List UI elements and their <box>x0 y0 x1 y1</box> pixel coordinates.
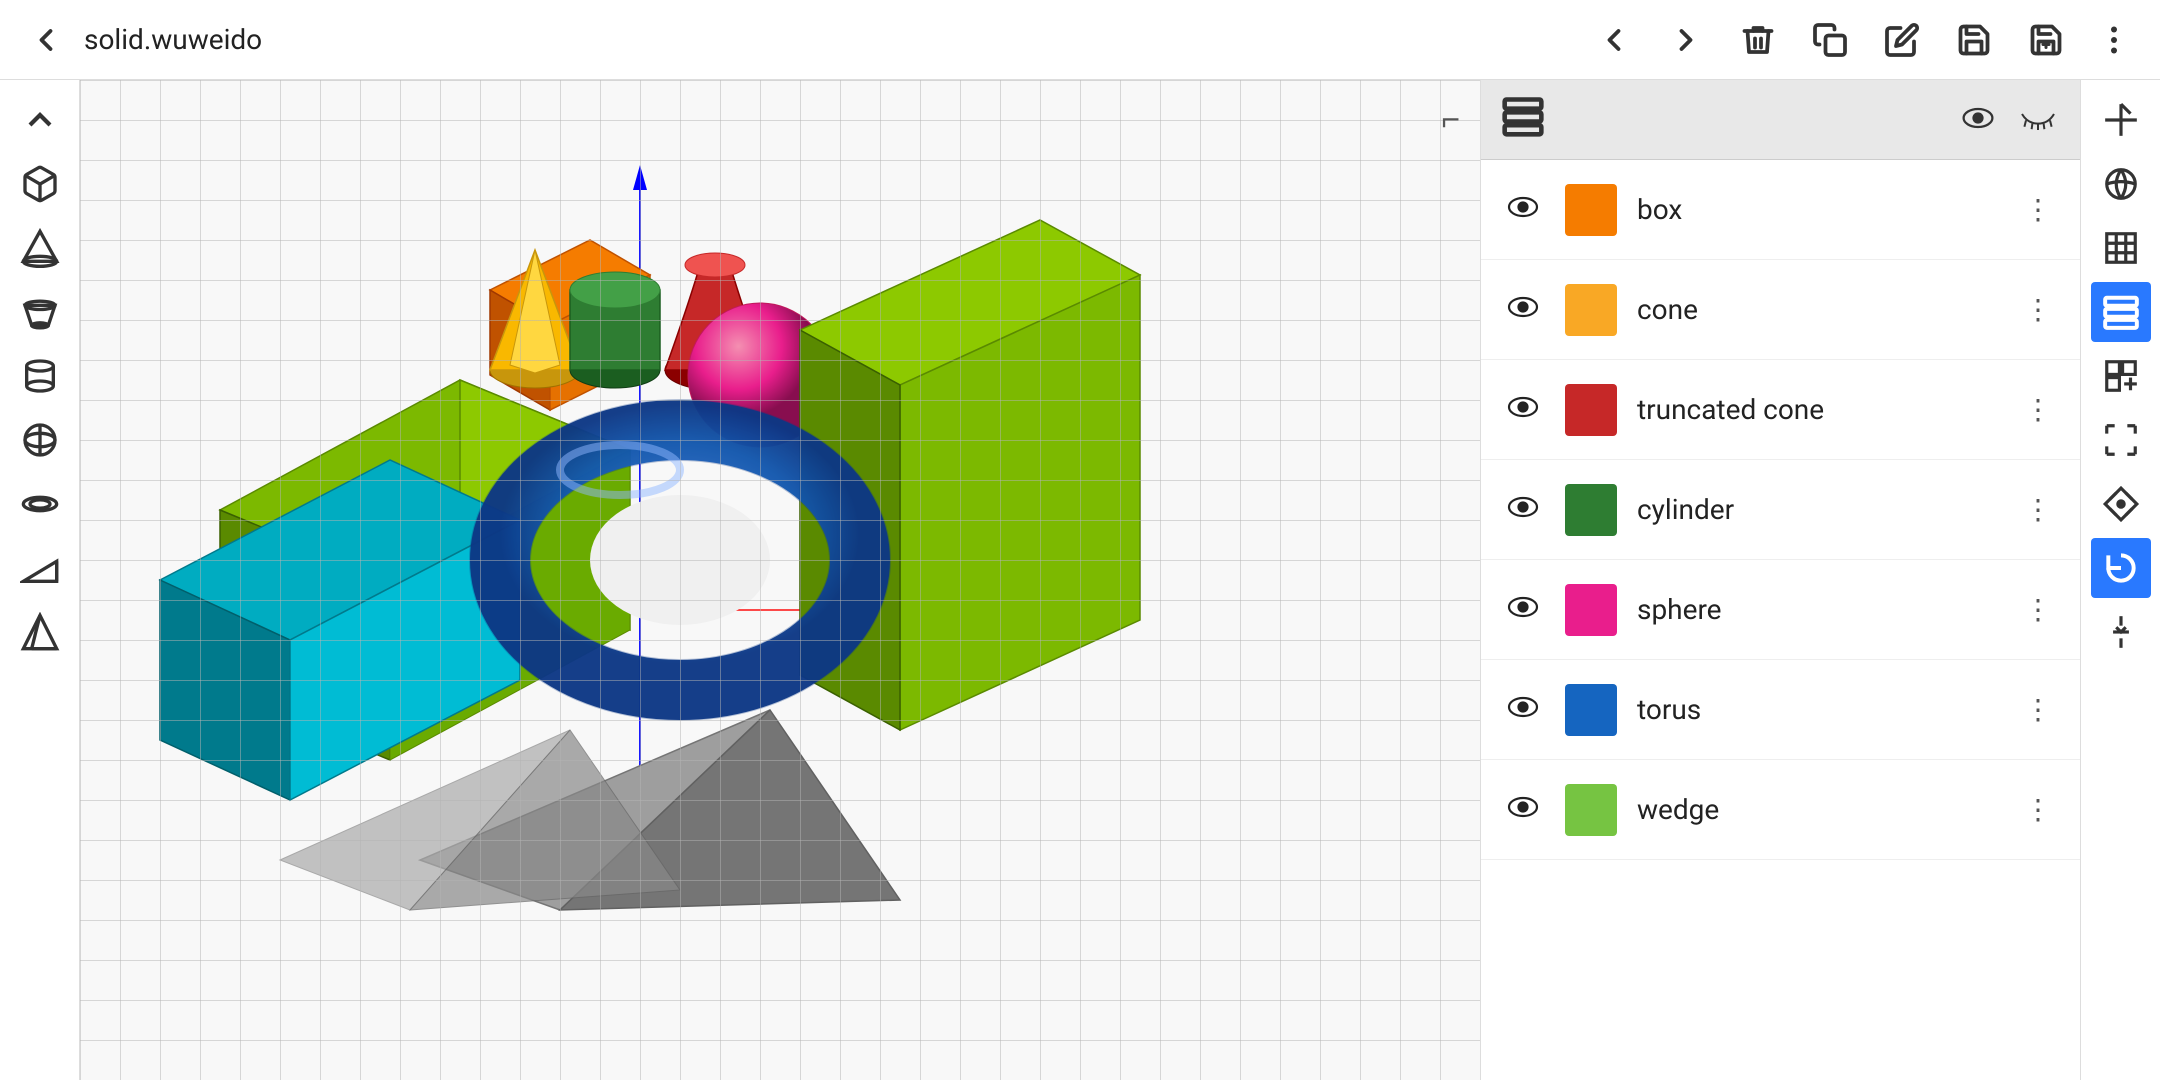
color-swatch-sphere <box>1565 584 1617 636</box>
object-item-wedge[interactable]: wedge ⋮ <box>1481 760 2080 860</box>
object-name-truncated-cone: truncated cone <box>1637 393 1996 426</box>
grid-background <box>80 80 1480 1080</box>
object-name-wedge: wedge <box>1637 793 1996 826</box>
nav-back-button[interactable] <box>1588 14 1640 66</box>
object-item-truncated-cone[interactable]: truncated cone ⋮ <box>1481 360 2080 460</box>
color-swatch-box <box>1565 184 1617 236</box>
truncated-cone-tool-button[interactable] <box>10 282 70 342</box>
panel-header <box>1481 80 2080 160</box>
more-menu-sphere[interactable]: ⋮ <box>2016 585 2060 634</box>
rotate-button[interactable] <box>2091 538 2151 598</box>
panel-header-icon <box>1501 94 1545 146</box>
axis-view-button[interactable] <box>2091 90 2151 150</box>
visibility-toggle-cylinder[interactable] <box>1501 493 1545 526</box>
right-panel: box ⋮ cone ⋮ <box>1480 80 2080 1080</box>
selection-button[interactable] <box>2091 410 2151 470</box>
save-plus-button[interactable] <box>2020 14 2072 66</box>
visibility-toggle-truncated-cone[interactable] <box>1501 393 1545 426</box>
show-all-button[interactable] <box>1960 106 1996 134</box>
header-left: solid.wuweido <box>20 14 1572 66</box>
pyramid-tool-button[interactable] <box>10 602 70 662</box>
save-button[interactable] <box>1948 14 2000 66</box>
color-swatch-cone <box>1565 284 1617 336</box>
visibility-toggle-torus[interactable] <box>1501 693 1545 726</box>
header-center <box>1588 14 2072 66</box>
object-item-box[interactable]: box ⋮ <box>1481 160 2080 260</box>
box-tool-button[interactable] <box>10 154 70 214</box>
panel-header-actions <box>1960 106 2060 134</box>
layers-panel-button[interactable] <box>2091 282 2151 342</box>
visibility-toggle-sphere[interactable] <box>1501 593 1545 626</box>
object-name-cone: cone <box>1637 293 1996 326</box>
more-menu-button[interactable] <box>2088 14 2140 66</box>
object-item-cylinder[interactable]: cylinder ⋮ <box>1481 460 2080 560</box>
color-swatch-truncated-cone <box>1565 384 1617 436</box>
cone-tool-button[interactable] <box>10 218 70 278</box>
object-item-cone[interactable]: cone ⋮ <box>1481 260 2080 360</box>
color-swatch-cylinder <box>1565 484 1617 536</box>
right-toolbar <box>2080 80 2160 1080</box>
object-name-torus: torus <box>1637 693 1996 726</box>
object-name-sphere: sphere <box>1637 593 1996 626</box>
3d-view-button[interactable] <box>2091 154 2151 214</box>
wedge-tool-button[interactable] <box>10 538 70 598</box>
transform-button[interactable] <box>2091 346 2151 406</box>
more-menu-wedge[interactable]: ⋮ <box>2016 785 2060 834</box>
main-area: ⌐ <box>0 80 2160 1080</box>
torus-tool-button[interactable] <box>10 474 70 534</box>
document-title: solid.wuweido <box>84 23 262 56</box>
more-menu-truncated-cone[interactable]: ⋮ <box>2016 385 2060 434</box>
back-button[interactable] <box>20 14 72 66</box>
header: solid.wuweido <box>0 0 2160 80</box>
object-name-box: box <box>1637 193 1996 226</box>
more-menu-cone[interactable]: ⋮ <box>2016 285 2060 334</box>
3d-viewport[interactable]: ⌐ <box>80 80 1480 1080</box>
sphere-tool-button[interactable] <box>10 410 70 470</box>
grid-toggle-button[interactable] <box>2091 218 2151 278</box>
color-swatch-torus <box>1565 684 1617 736</box>
object-list: box ⋮ cone ⋮ <box>1481 160 2080 1080</box>
more-menu-box[interactable]: ⋮ <box>2016 185 2060 234</box>
object-item-sphere[interactable]: sphere ⋮ <box>1481 560 2080 660</box>
edit-button[interactable] <box>1876 14 1928 66</box>
move-button[interactable] <box>2091 474 2151 534</box>
cylinder-tool-button[interactable] <box>10 346 70 406</box>
collapse-sidebar-button[interactable] <box>10 90 70 150</box>
delete-button[interactable] <box>1732 14 1784 66</box>
hide-all-button[interactable] <box>2016 106 2060 134</box>
object-name-cylinder: cylinder <box>1637 493 1996 526</box>
copy-button[interactable] <box>1804 14 1856 66</box>
more-menu-cylinder[interactable]: ⋮ <box>2016 485 2060 534</box>
left-sidebar <box>0 80 80 1080</box>
visibility-toggle-cone[interactable] <box>1501 293 1545 326</box>
visibility-toggle-wedge[interactable] <box>1501 793 1545 826</box>
visibility-toggle-box[interactable] <box>1501 193 1545 226</box>
more-menu-torus[interactable]: ⋮ <box>2016 685 2060 734</box>
object-item-torus[interactable]: torus ⋮ <box>1481 660 2080 760</box>
nav-forward-button[interactable] <box>1660 14 1712 66</box>
color-swatch-wedge <box>1565 784 1617 836</box>
snap-button[interactable] <box>2091 602 2151 662</box>
